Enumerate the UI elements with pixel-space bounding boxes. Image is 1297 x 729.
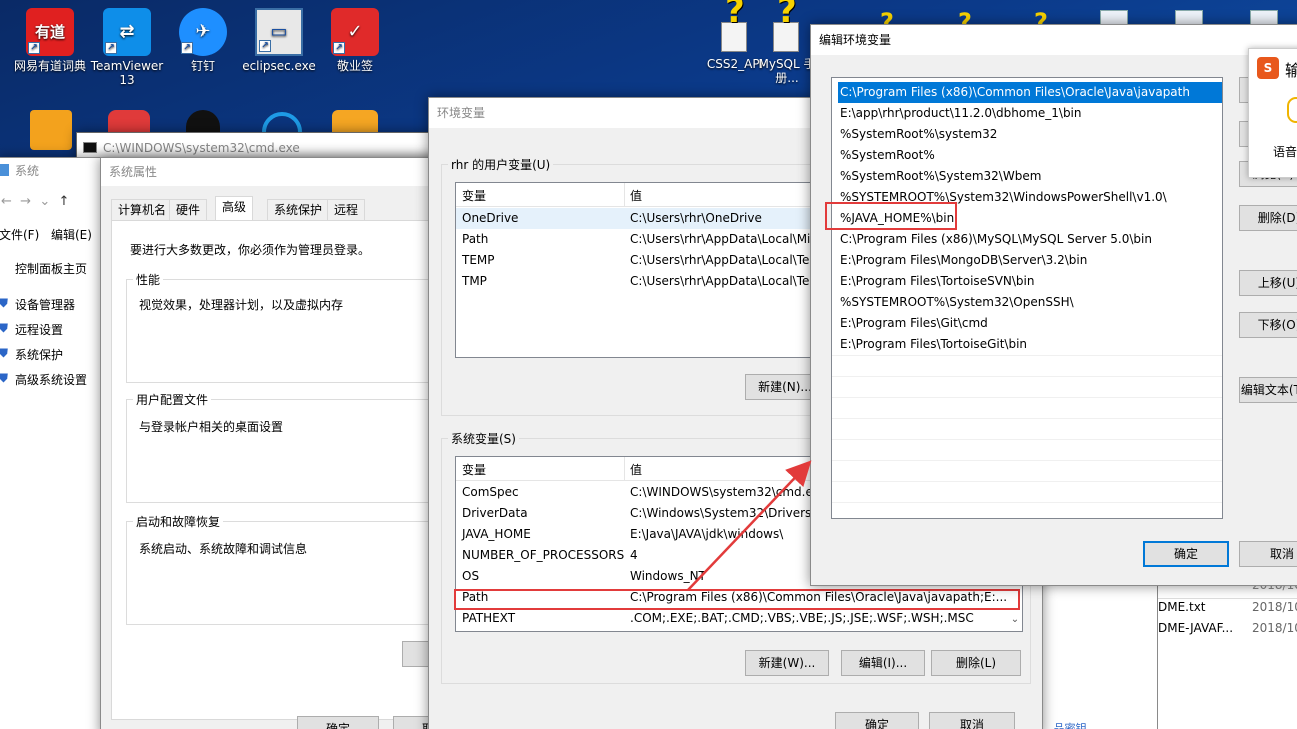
dingtalk-icon: ✈ ↗ <box>179 8 227 56</box>
java-home-entry-highlight <box>825 202 957 230</box>
path-entry-item[interactable]: E:\app\rhr\product\11.2.0\dbhome_1\bin <box>838 103 1222 124</box>
desktop-icon-dingtalk[interactable]: ✈ ↗ 钉钉 <box>163 8 243 73</box>
empty-row-divider <box>832 355 1222 356</box>
system-protection-link[interactable]: ⛊ 系统保护 <box>0 346 63 363</box>
system-icon <box>0 164 9 176</box>
sys-var-row[interactable]: PATHEXT .COM;.EXE;.BAT;.CMD;.VBS;.VBE;.JS… <box>456 608 1022 629</box>
path-entry-item[interactable]: E:\Program Files\TortoiseSVN\bin <box>838 271 1222 292</box>
help-file-icon: ? <box>715 0 755 54</box>
empty-row-divider <box>832 418 1222 419</box>
explorer-menu-file[interactable]: 文件(F) <box>0 226 39 243</box>
shield-icon: ⛊ <box>0 346 9 360</box>
youdao-icon: 有道 ↗ <box>26 8 74 56</box>
remote-settings-link[interactable]: ⛊ 远程设置 <box>0 321 63 338</box>
user-profiles-desc: 与登录帐户相关的桌面设置 <box>139 420 284 434</box>
editenv-ok-button[interactable]: 确定 <box>1143 541 1229 567</box>
advanced-system-settings-link[interactable]: ⛊ 高级系统设置 <box>0 371 87 388</box>
path-entry-item[interactable]: E:\Program Files\MongoDB\Server\3.2\bin <box>838 250 1222 271</box>
empty-row-divider <box>832 397 1222 398</box>
file-date: 2018/10 <box>1252 621 1297 635</box>
file-list-pane: 2018/10 DME.txt 2018/10 DME-JAVAF... 201… <box>1158 578 1297 729</box>
sys-new-button[interactable]: 新建(W)... <box>745 650 829 676</box>
admin-note: 要进行大多数更改，你必须作为管理员登录。 <box>130 243 371 257</box>
editenv-cancel-button[interactable]: 取消 <box>1239 541 1297 567</box>
col-val-header[interactable]: 值 <box>630 461 642 478</box>
back-forward-arrows[interactable]: ← → ⌄ ↑ <box>1 194 69 209</box>
jingyeqian-icon: ✓ ↗ <box>331 8 379 56</box>
empty-row-divider <box>832 502 1222 503</box>
move-down-button[interactable]: 下移(O) <box>1239 312 1297 338</box>
desktop-icon-mysql-manual[interactable]: ? MySQL 手册... <box>757 0 817 85</box>
help-file-icon: ? <box>767 0 807 54</box>
path-entries-list[interactable]: C:\Program Files (x86)\Common Files\Orac… <box>831 77 1223 519</box>
vmware-icon <box>30 110 72 150</box>
control-panel-home-link[interactable]: 控制面板主页 <box>15 260 87 277</box>
path-entry-item[interactable]: C:\Program Files (x86)\MySQL\MySQL Serve… <box>838 229 1222 250</box>
annotation-arrow <box>687 460 812 591</box>
empty-row-divider <box>832 481 1222 482</box>
delete-entry-button[interactable]: 删除(D) <box>1239 205 1297 231</box>
shield-icon: ⛊ <box>0 321 9 335</box>
teamviewer-icon: ⇄ ↗ <box>103 8 151 56</box>
scroll-down-icon[interactable]: ⌄ <box>1008 609 1022 631</box>
envvars-cancel-button[interactable]: 取消 <box>929 712 1015 729</box>
col-var-header[interactable]: 变量 <box>462 461 486 478</box>
performance-group: 性能 视觉效果，处理器计划，以及虚拟内存 <box>126 271 456 383</box>
path-entry-item[interactable]: %SystemRoot%\System32\Wbem <box>838 166 1222 187</box>
desktop-icon-eclipsec[interactable]: ▭ ↗ eclipsec.exe <box>239 8 319 73</box>
system-properties-dialog[interactable]: 系统属性 计算机名 硬件 高级 系统保护 远程 要进行大多数更改，你必须作为管理… <box>100 157 475 729</box>
file-list-item[interactable]: DME-JAVAF... <box>1158 621 1233 635</box>
product-key-link[interactable]: ...品密钥 <box>1043 720 1087 729</box>
desktop-icon-youdao[interactable]: 有道 ↗ 网易有道词典 <box>10 8 90 73</box>
cmd-icon <box>83 142 97 153</box>
startup-recovery-group: 启动和故障恢复 系统启动、系统故障和调试信息 <box>126 513 456 625</box>
tab-remote[interactable]: 远程 <box>327 199 366 221</box>
console-app-icon: ▭ ↗ <box>255 8 303 56</box>
move-up-button[interactable]: 上移(U) <box>1239 270 1297 296</box>
sogou-logo-icon: S <box>1257 57 1279 79</box>
tab-system-protection[interactable]: 系统保护 <box>267 199 330 221</box>
desktop-icon-teamviewer[interactable]: ⇄ ↗ TeamViewer 13 <box>87 8 167 87</box>
sys-delete-button[interactable]: 删除(L) <box>931 650 1021 676</box>
performance-desc: 视觉效果，处理器计划，以及虚拟内存 <box>139 298 344 312</box>
empty-row-divider <box>832 439 1222 440</box>
desktop-icon-jingyeqian[interactable]: ✓ ↗ 敬业签 <box>315 8 395 73</box>
envvars-ok-button[interactable]: 确定 <box>835 712 919 729</box>
tab-computer-name[interactable]: 计算机名 <box>111 199 174 221</box>
empty-row-divider <box>832 376 1222 377</box>
device-manager-link[interactable]: ⛊ 设备管理器 <box>0 296 75 313</box>
col-var-header[interactable]: 变量 <box>462 187 486 204</box>
col-val-header[interactable]: 值 <box>630 187 642 204</box>
startup-recovery-desc: 系统启动、系统故障和调试信息 <box>139 542 308 556</box>
ime-input-label: 输 <box>1285 61 1297 80</box>
path-entry-item[interactable]: %SystemRoot%\system32 <box>838 124 1222 145</box>
microphone-icon[interactable] <box>1287 97 1297 123</box>
ime-panel[interactable]: S 输 语音 <box>1248 48 1297 178</box>
edit-text-button[interactable]: 编辑文本(T)... <box>1239 377 1297 403</box>
tab-hardware[interactable]: 硬件 <box>169 199 208 221</box>
sysprops-ok-button[interactable]: 确定 <box>297 716 379 729</box>
file-date: 2018/10 <box>1252 600 1297 614</box>
ime-voice-label: 语音 <box>1273 145 1297 159</box>
path-entry-item[interactable]: E:\Program Files\Git\cmd <box>838 313 1222 334</box>
edit-environment-variable-dialog[interactable]: 编辑环境变量 C:\Program Files (x86)\Common Fil… <box>810 24 1297 586</box>
path-entry-item[interactable]: %SystemRoot% <box>838 145 1222 166</box>
advanced-tab-panel: 要进行大多数更改，你必须作为管理员登录。 性能 视觉效果，处理器计划，以及虚拟内… <box>111 220 462 720</box>
file-list-item[interactable]: DME.txt <box>1158 600 1206 614</box>
path-entry-item[interactable]: C:\Program Files (x86)\Common Files\Orac… <box>838 82 1222 103</box>
user-profiles-group: 用户配置文件 与登录帐户相关的桌面设置 <box>126 391 456 503</box>
sysprops-titlebar[interactable]: 系统属性 <box>101 158 439 186</box>
tab-advanced[interactable]: 高级 <box>215 196 254 221</box>
shield-icon: ⛊ <box>0 371 9 385</box>
path-entry-item[interactable]: E:\Program Files\TortoiseGit\bin <box>838 334 1222 355</box>
editenv-titlebar[interactable]: 编辑环境变量 <box>811 25 1297 55</box>
shield-icon: ⛊ <box>0 296 9 310</box>
path-entry-item[interactable]: %SYSTEMROOT%\System32\OpenSSH\ <box>838 292 1222 313</box>
explorer-menu-edit[interactable]: 编辑(E) <box>51 226 92 243</box>
empty-row-divider <box>832 460 1222 461</box>
sys-edit-button[interactable]: 编辑(I)... <box>841 650 925 676</box>
